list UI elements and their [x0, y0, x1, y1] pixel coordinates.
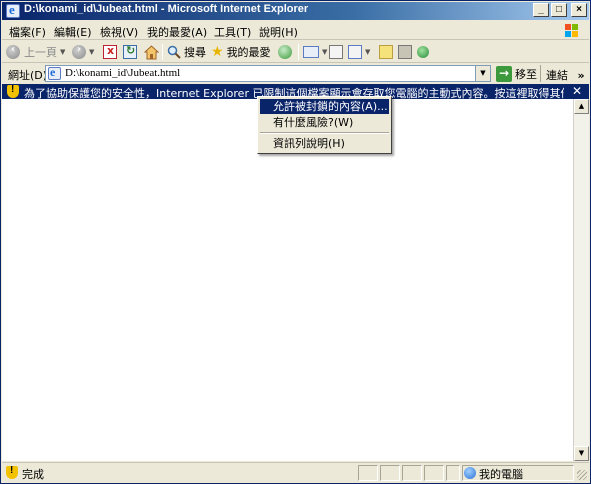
menu-view[interactable]: 檢視(V) [100, 24, 138, 40]
refresh-icon: ↻ [123, 44, 137, 59]
menu-item-whats-the-risk[interactable]: 有什麼風險?(W) [260, 115, 389, 130]
forward-button[interactable]: › ▼ [72, 44, 94, 60]
print-icon [329, 45, 343, 59]
word-edit-icon [348, 45, 362, 59]
chevron-down-icon: ▼ [89, 48, 95, 56]
information-bar-context-menu: 允許被封鎖的內容(A)... 有什麼風險?(W) 資訊列說明(H) [257, 96, 392, 154]
favorites-button[interactable]: ★ 我的最愛 [211, 44, 271, 60]
menu-edit[interactable]: 編輯(E) [54, 24, 92, 40]
chevron-down-icon: ▼ [322, 48, 328, 56]
page-icon [48, 65, 61, 80]
discuss-button[interactable] [379, 44, 393, 60]
go-button[interactable]: → 移至 [496, 65, 537, 82]
history-icon [278, 45, 292, 59]
status-pane [402, 465, 422, 481]
menu-file[interactable]: 檔案(F) [9, 24, 46, 40]
chevron-down-icon: ▼ [365, 48, 371, 56]
ie-window: D:\konami_id\Jubeat.html - Microsoft Int… [0, 0, 591, 484]
scroll-up-button[interactable]: ▲ [574, 99, 589, 114]
search-label: 搜尋 [184, 46, 206, 59]
stop-icon: x [103, 44, 117, 59]
mail-button[interactable]: ▼ [303, 44, 327, 60]
home-icon [144, 44, 159, 59]
resize-grip[interactable] [577, 470, 587, 480]
menu-tools[interactable]: 工具(T) [214, 24, 251, 40]
status-pane [358, 465, 378, 481]
go-label: 移至 [515, 67, 537, 81]
status-pane [446, 465, 460, 481]
security-zone-label: 我的電腦 [479, 468, 523, 481]
research-icon [398, 45, 412, 59]
history-button[interactable] [278, 44, 292, 60]
address-dropdown-button[interactable]: ▼ [475, 66, 490, 81]
back-button[interactable]: ‹ 上一頁 ▼ [6, 44, 65, 60]
stop-button[interactable]: x [103, 44, 117, 60]
back-label: 上一頁 [24, 46, 57, 59]
messenger-button[interactable] [417, 44, 429, 60]
vertical-scrollbar[interactable]: ▲ ▼ [573, 99, 589, 461]
home-button[interactable] [144, 44, 159, 60]
star-icon: ★ [211, 44, 224, 60]
windows-logo-icon [565, 24, 578, 37]
toolbar-separator [298, 44, 299, 60]
address-input[interactable]: D:\konami_id\Jubeat.html ▼ [45, 65, 491, 82]
links-toolbar[interactable]: 連結 » [546, 67, 585, 83]
title-bar[interactable]: D:\konami_id\Jubeat.html - Microsoft Int… [2, 2, 589, 20]
address-label: 網址(D) [8, 69, 48, 82]
go-arrow-icon: → [496, 65, 512, 82]
address-bar: 網址(D) D:\konami_id\Jubeat.html ▼ → 移至 連結… [2, 64, 589, 83]
information-bar-close-button[interactable]: ✕ [572, 84, 582, 98]
chevron-down-icon: ▼ [578, 449, 585, 457]
window-controls: _ □ × [533, 3, 587, 17]
status-pane [380, 465, 400, 481]
menu-favorites[interactable]: 我的最愛(A) [147, 24, 207, 40]
discuss-icon [379, 45, 393, 59]
minimize-button[interactable]: _ [533, 3, 549, 17]
refresh-button[interactable]: ↻ [123, 44, 137, 60]
ie-logo-icon [6, 2, 20, 18]
my-computer-icon [464, 467, 476, 479]
messenger-icon [417, 46, 429, 58]
scroll-down-button[interactable]: ▼ [574, 446, 589, 461]
search-button[interactable]: 搜尋 [167, 44, 206, 60]
search-icon [167, 45, 181, 59]
forward-arrow-icon: › [72, 44, 86, 59]
status-text: 完成 [22, 468, 44, 481]
chevron-down-icon: ▼ [60, 48, 66, 56]
toolbar-separator [162, 44, 163, 60]
close-button[interactable]: × [571, 3, 587, 17]
back-arrow-icon: ‹ [6, 44, 20, 59]
links-separator [540, 65, 541, 82]
status-pane [424, 465, 444, 481]
print-button[interactable] [329, 44, 343, 60]
menu-separator [260, 132, 389, 134]
status-bar: 完成 我的電腦 [2, 462, 589, 482]
menu-item-information-bar-help[interactable]: 資訊列說明(H) [260, 136, 389, 151]
chevron-down-icon: ▼ [480, 69, 486, 77]
research-button[interactable] [398, 44, 412, 60]
chevron-right-icon: » [577, 69, 585, 82]
maximize-button[interactable]: □ [551, 3, 567, 17]
edit-button[interactable]: ▼ [348, 44, 370, 60]
standard-toolbar: ‹ 上一頁 ▼ › ▼ x ↻ 搜尋 ★ 我的最愛 ▼ ▼ [2, 41, 589, 63]
mail-icon [303, 46, 319, 58]
done-page-icon [6, 465, 18, 479]
menu-item-allow-blocked-content[interactable]: 允許被封鎖的內容(A)... [260, 99, 389, 114]
close-icon: ✕ [571, 84, 582, 98]
address-value: D:\konami_id\Jubeat.html [65, 67, 181, 79]
menu-help[interactable]: 說明(H) [259, 24, 298, 40]
window-title: D:\konami_id\Jubeat.html - Microsoft Int… [24, 3, 309, 15]
shield-icon [7, 84, 19, 98]
links-label: 連結 [546, 69, 568, 82]
chevron-up-icon: ▲ [578, 102, 585, 110]
favorites-label: 我的最愛 [226, 46, 271, 59]
menu-bar: 檔案(F) 編輯(E) 檢視(V) 我的最愛(A) 工具(T) 說明(H) [2, 21, 589, 40]
